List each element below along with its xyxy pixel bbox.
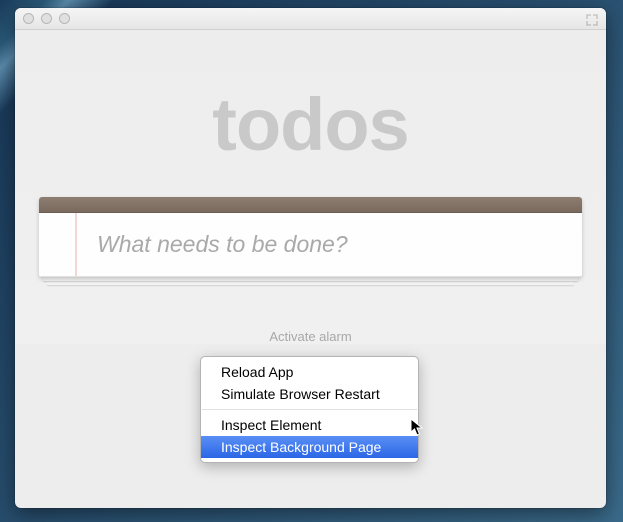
minimize-icon[interactable] — [41, 13, 52, 24]
menu-item-inspect-element[interactable]: Inspect Element — [201, 414, 418, 436]
menu-item-inspect-background-page[interactable]: Inspect Background Page — [201, 436, 418, 458]
fullscreen-icon[interactable] — [586, 13, 598, 25]
menu-item-reload-app[interactable]: Reload App — [201, 361, 418, 383]
todo-card — [39, 197, 582, 277]
activate-alarm-link[interactable]: Activate alarm — [15, 277, 606, 344]
menu-separator — [202, 409, 417, 410]
notebook-margin-line — [75, 213, 77, 276]
menu-item-simulate-browser-restart[interactable]: Simulate Browser Restart — [201, 383, 418, 405]
close-icon[interactable] — [23, 13, 34, 24]
input-area — [39, 213, 582, 277]
new-todo-input[interactable] — [39, 213, 582, 276]
content-area: todos Activate alarm — [15, 30, 606, 344]
titlebar — [15, 8, 606, 30]
traffic-lights — [23, 13, 70, 24]
card-header — [39, 197, 582, 213]
context-menu: Reload App Simulate Browser Restart Insp… — [200, 356, 419, 463]
zoom-icon[interactable] — [59, 13, 70, 24]
app-title: todos — [15, 30, 606, 197]
